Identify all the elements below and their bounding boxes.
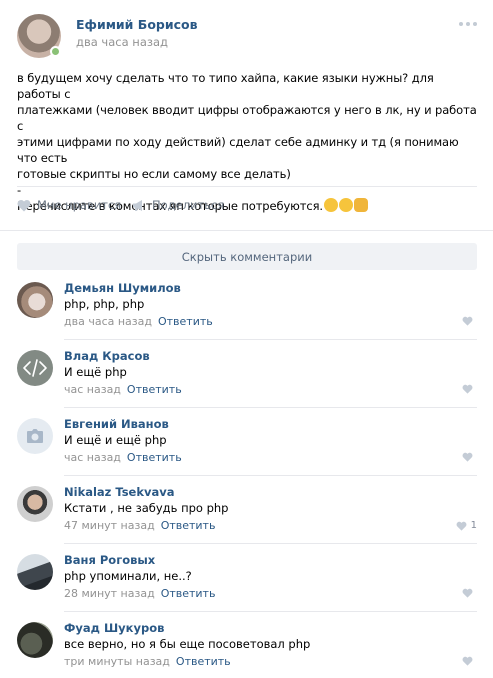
reply-button[interactable]: Ответить: [127, 383, 182, 396]
divider: [64, 543, 477, 544]
author-name[interactable]: Ефимий Борисов: [76, 17, 198, 32]
comment-like-button[interactable]: [462, 656, 477, 666]
post-text-line: платежками (человек вводит цифры отображ…: [17, 103, 477, 133]
commenter-avatar[interactable]: [17, 554, 53, 590]
heart-icon: [462, 656, 473, 666]
commenter-name[interactable]: Nikalaz Tsekvava: [64, 485, 175, 499]
post-actions: Мне нравится Поделиться: [17, 198, 477, 214]
divider: [64, 611, 477, 612]
comment-time[interactable]: два часа назад: [64, 315, 152, 328]
commenter-avatar[interactable]: [17, 486, 53, 522]
comment-meta: час назад Ответить: [64, 451, 182, 464]
post-text-line: в будущем хочу сделать что то типо хайпа…: [17, 71, 434, 101]
post-text-line: этими цифрами по ходу действий) сделат с…: [17, 135, 459, 165]
comment-text: php, php, php: [64, 297, 145, 311]
commenter-name[interactable]: Демьян Шумилов: [64, 281, 181, 295]
commenter-avatar[interactable]: [17, 350, 53, 386]
comment-time[interactable]: 47 минут назад: [64, 519, 155, 532]
comment-like-button[interactable]: 1: [456, 520, 477, 531]
comment-like-button[interactable]: [462, 384, 477, 394]
online-status-icon: [50, 46, 61, 57]
commenter-name[interactable]: Ваня Роговых: [64, 553, 155, 567]
reply-button[interactable]: Ответить: [158, 315, 213, 328]
commenter-name[interactable]: Евгений Иванов: [64, 417, 169, 431]
reply-button[interactable]: Ответить: [127, 451, 182, 464]
reply-button[interactable]: Ответить: [176, 655, 231, 668]
comment-text: И ещё php: [64, 365, 127, 379]
megaphone-icon: [133, 199, 142, 211]
hide-comments-button[interactable]: Скрыть комментарии: [17, 243, 477, 270]
post-text: в будущем хочу сделать что то типо хайпа…: [17, 70, 477, 214]
post-header: Ефимий Борисов два часа назад: [17, 14, 477, 58]
comment-like-button[interactable]: [462, 452, 477, 462]
comment-meta: два часа назад Ответить: [64, 315, 213, 328]
divider: [64, 407, 477, 408]
comment-text: Кстати , не забудь про php: [64, 501, 229, 515]
comment-meta: три минуты назад Ответить: [64, 655, 231, 668]
comment-meta: 28 минут назад Ответить: [64, 587, 215, 600]
reply-button[interactable]: Ответить: [161, 587, 216, 600]
comment-meta: час назад Ответить: [64, 383, 182, 396]
code-brackets-icon: [23, 359, 47, 377]
share-label: Поделиться: [152, 198, 225, 212]
comment-text: И ещё и ещё php: [64, 433, 167, 447]
comment-text: все верно, но я бы еще посоветовал php: [64, 637, 311, 651]
wall-post: Ефимий Борисов два часа назад в будущем …: [0, 0, 493, 678]
commenter-avatar[interactable]: [17, 622, 53, 658]
more-options-icon[interactable]: [459, 22, 477, 28]
divider: [64, 339, 477, 340]
commenter-name[interactable]: Влад Красов: [64, 349, 150, 363]
comment-item: Фуад Шукуров все верно, но я бы еще посо…: [17, 621, 477, 678]
post-time[interactable]: два часа назад: [76, 35, 168, 49]
camera-icon: [27, 429, 43, 443]
post-text-line: готовые скрипты но если самому все делат…: [17, 167, 291, 181]
comment-time[interactable]: три минуты назад: [64, 655, 170, 668]
comment-like-button[interactable]: [462, 588, 477, 598]
comment-text: php упоминали, не..?: [64, 569, 192, 583]
heart-icon: [456, 521, 467, 531]
heart-icon: [462, 316, 473, 326]
like-label: Мне нравится: [37, 198, 122, 212]
comment-time[interactable]: 28 минут назад: [64, 587, 155, 600]
comment-like-button[interactable]: [462, 316, 477, 326]
comment-time[interactable]: час назад: [64, 451, 121, 464]
commenter-name[interactable]: Фуад Шукуров: [64, 621, 164, 635]
divider: [17, 186, 477, 187]
heart-icon: [462, 588, 473, 598]
like-button[interactable]: Мне нравится: [17, 198, 121, 212]
heart-icon: [17, 199, 31, 211]
post-text-line: -: [17, 183, 22, 197]
commenter-avatar[interactable]: [17, 418, 53, 454]
divider: [0, 230, 493, 231]
reply-button[interactable]: Ответить: [161, 519, 216, 532]
share-button[interactable]: Поделиться: [132, 198, 224, 212]
heart-icon: [462, 452, 473, 462]
comment-time[interactable]: час назад: [64, 383, 121, 396]
comment-meta: 47 минут назад Ответить: [64, 519, 215, 532]
heart-icon: [462, 384, 473, 394]
like-count: 1: [470, 520, 477, 531]
divider: [64, 475, 477, 476]
commenter-avatar[interactable]: [17, 282, 53, 318]
